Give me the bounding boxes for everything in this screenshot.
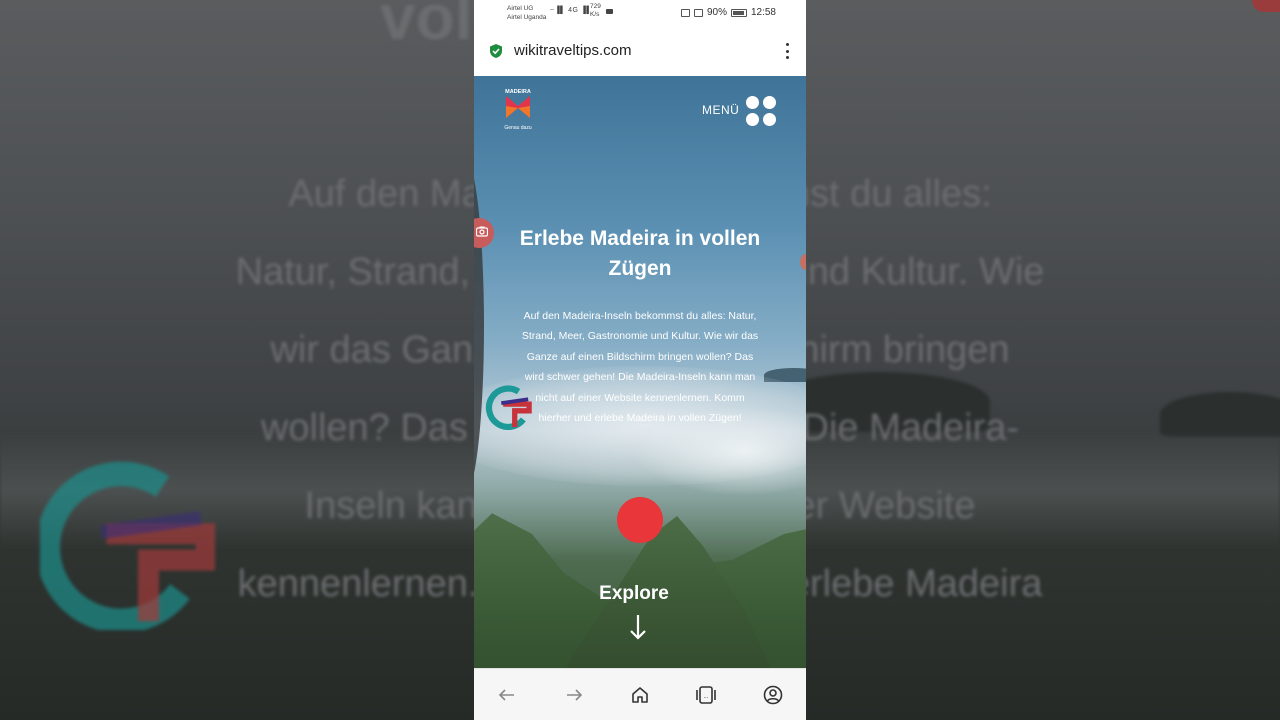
network-rate-value: 729 <box>590 3 601 10</box>
home-icon[interactable] <box>624 679 656 711</box>
carrier-2: Airtel Uganda <box>507 14 547 21</box>
hero-text: Auf den Madeira-Inseln bekommst du alles… <box>521 310 759 425</box>
status-bar: Airtel UG Airtel Uganda ┈▐▌ 4G ▐▌ 729 K/… <box>474 0 806 26</box>
svg-text:...: ... <box>704 694 709 700</box>
account-icon[interactable] <box>757 679 789 711</box>
browser-url-bar[interactable]: wikitraveltips.com <box>474 26 806 76</box>
floating-red-dot <box>800 254 806 270</box>
vibrate-icon <box>693 8 703 17</box>
logo-text-bottom: Genau dazu <box>504 125 531 131</box>
video-record-icon <box>606 9 613 14</box>
signal-icon: ┈▐▌ 4G ▐▌ <box>550 7 592 14</box>
status-right: 90% 12:58 <box>680 7 776 18</box>
camera-icon[interactable] <box>474 218 494 248</box>
carrier-1: Airtel UG <box>507 5 534 12</box>
hero-section: MADEIRA Genau dazu MENÜ Erlebe Madeira i… <box>474 76 806 668</box>
more-vert-icon[interactable] <box>784 43 790 59</box>
url-text[interactable]: wikitraveltips.com <box>514 42 632 59</box>
nfc-icon <box>680 8 690 17</box>
battery-icon <box>730 8 747 17</box>
backdrop-g-logo-icon <box>40 461 215 630</box>
clock: 12:58 <box>750 7 776 18</box>
menu-label[interactable]: MENÜ <box>702 103 739 117</box>
madeira-logo[interactable]: MADEIRA Genau dazu <box>498 84 538 134</box>
arrow-down-icon[interactable] <box>629 613 647 641</box>
logo-text-top: MADEIRA <box>505 89 531 95</box>
browser-nav-bar: ... <box>474 668 806 720</box>
battery-percent: 90% <box>706 7 727 18</box>
network-rate: 729 K/s <box>590 3 601 19</box>
g-watermark-icon <box>485 385 532 430</box>
hero-title: Erlebe Madeira in vollen Zügen <box>519 227 761 280</box>
menu-grid-icon[interactable] <box>746 96 776 126</box>
carrier-info: Airtel UG Airtel Uganda <box>507 4 546 22</box>
tabs-icon[interactable]: ... <box>690 679 722 711</box>
explore-label[interactable]: Explore <box>474 583 794 605</box>
forward-icon[interactable] <box>558 679 590 711</box>
record-button[interactable] <box>617 497 663 543</box>
phone-screen: Airtel UG Airtel Uganda ┈▐▌ 4G ▐▌ 729 K/… <box>474 0 806 720</box>
network-rate-unit: K/s <box>590 11 600 18</box>
back-icon[interactable] <box>491 679 523 711</box>
shield-check-icon[interactable] <box>488 43 504 59</box>
